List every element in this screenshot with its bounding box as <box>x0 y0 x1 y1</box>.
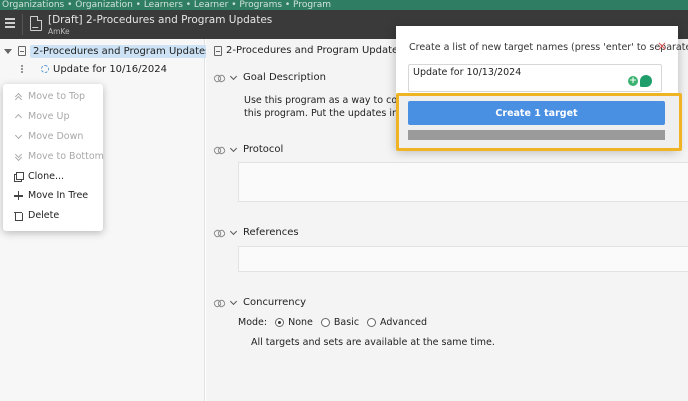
radio-basic-label[interactable]: Basic <box>334 317 359 328</box>
clone-icon <box>14 171 24 182</box>
header-divider <box>22 14 23 35</box>
menu-item-label: Move to Bottom <box>28 150 104 162</box>
section-protocol[interactable]: Protocol <box>214 144 283 155</box>
link-icon[interactable] <box>214 230 224 236</box>
double-chevron-up-icon <box>14 92 23 101</box>
section-goal-description[interactable]: Goal Description <box>214 72 326 83</box>
chat-bubble-icon[interactable] <box>640 75 652 87</box>
menu-item-move-in-tree[interactable]: Move In Tree <box>3 186 103 206</box>
create-target-button[interactable]: Create 1 target <box>408 101 665 125</box>
kebab-menu-icon[interactable] <box>20 64 23 74</box>
chevron-down-icon <box>14 132 23 141</box>
caret-down-icon[interactable] <box>4 48 12 54</box>
chevron-up-icon <box>14 112 23 121</box>
radio-basic[interactable] <box>320 318 330 327</box>
document-icon <box>214 45 222 56</box>
references-textbox[interactable] <box>238 246 688 272</box>
menu-item-label: Delete <box>28 210 60 222</box>
menu-item-clone[interactable]: Clone... <box>3 166 103 186</box>
radio-advanced-label[interactable]: Advanced <box>380 317 427 328</box>
chevron-down-icon[interactable] <box>229 144 238 152</box>
target-names-input[interactable]: Update for 10/13/2024 <box>408 64 662 92</box>
menu-item-move-up[interactable]: Move Up <box>3 107 103 127</box>
section-label: Goal Description <box>243 72 326 83</box>
chevron-down-icon[interactable] <box>229 227 238 235</box>
chevron-down-icon[interactable] <box>229 297 238 305</box>
menu-item-label: Move In Tree <box>28 190 89 202</box>
radio-none-label[interactable]: None <box>288 317 313 328</box>
menu-item-move-to-top[interactable]: Move to Top <box>3 87 103 107</box>
menu-item-label: Move Down <box>28 130 84 142</box>
radio-none[interactable] <box>275 318 285 327</box>
protocol-textbox[interactable] <box>238 162 688 202</box>
page-title: [Draft] 2-Procedures and Program Updates <box>48 14 273 26</box>
link-icon[interactable] <box>214 75 224 81</box>
hamburger-menu-icon[interactable] <box>5 18 15 28</box>
add-icon[interactable]: + <box>628 76 638 86</box>
chevron-down-icon[interactable] <box>229 72 238 80</box>
tree-root-label[interactable]: 2-Procedures and Program Updates <box>30 44 214 58</box>
move-arrows-icon <box>14 191 23 201</box>
target-icon <box>41 65 49 73</box>
concurrency-note: All targets and sets are available at th… <box>251 337 495 348</box>
menu-item-label: Clone... <box>28 170 65 182</box>
tree-item-root[interactable]: 2-Procedures and Program Updates <box>4 44 214 58</box>
menu-item-label: Move to Top <box>28 91 86 103</box>
breadcrumb: Organizations • Organization • Learners … <box>0 0 688 10</box>
concurrency-mode-row: Mode: None Basic Advanced <box>238 317 427 328</box>
close-icon[interactable]: × <box>657 40 667 52</box>
link-icon[interactable] <box>214 147 224 153</box>
context-menu: Move to Top Move Up Move Down Move to Bo… <box>3 84 104 231</box>
main-title: 2-Procedures and Program Updates <box>214 45 403 56</box>
tree-child-label[interactable]: Update for 10/16/2024 <box>53 64 167 75</box>
section-concurrency[interactable]: Concurrency <box>214 297 306 308</box>
dialog-title: Create a list of new target names (press… <box>409 42 688 53</box>
section-references[interactable]: References <box>214 227 299 238</box>
radio-advanced[interactable] <box>367 318 377 327</box>
main-title-label: 2-Procedures and Program Updates <box>226 45 404 56</box>
section-label: References <box>243 227 299 238</box>
section-label: Protocol <box>243 144 284 155</box>
menu-item-label: Move Up <box>28 111 70 123</box>
double-chevron-down-icon <box>14 152 23 161</box>
menu-item-move-to-bottom[interactable]: Move to Bottom <box>3 146 104 166</box>
trash-icon <box>14 211 23 222</box>
link-icon[interactable] <box>214 300 224 306</box>
assistant-widget[interactable]: + <box>628 73 656 89</box>
menu-item-delete[interactable]: Delete <box>3 206 103 226</box>
section-label: Concurrency <box>243 297 307 308</box>
tree-item-target[interactable]: Update for 10/16/2024 <box>20 62 167 76</box>
page-subtitle: AmKe <box>48 27 70 36</box>
button-footer-strip <box>408 130 665 140</box>
menu-item-move-down[interactable]: Move Down <box>3 127 103 147</box>
mode-label: Mode: <box>238 317 268 328</box>
document-icon <box>30 16 42 31</box>
document-icon <box>18 46 26 56</box>
